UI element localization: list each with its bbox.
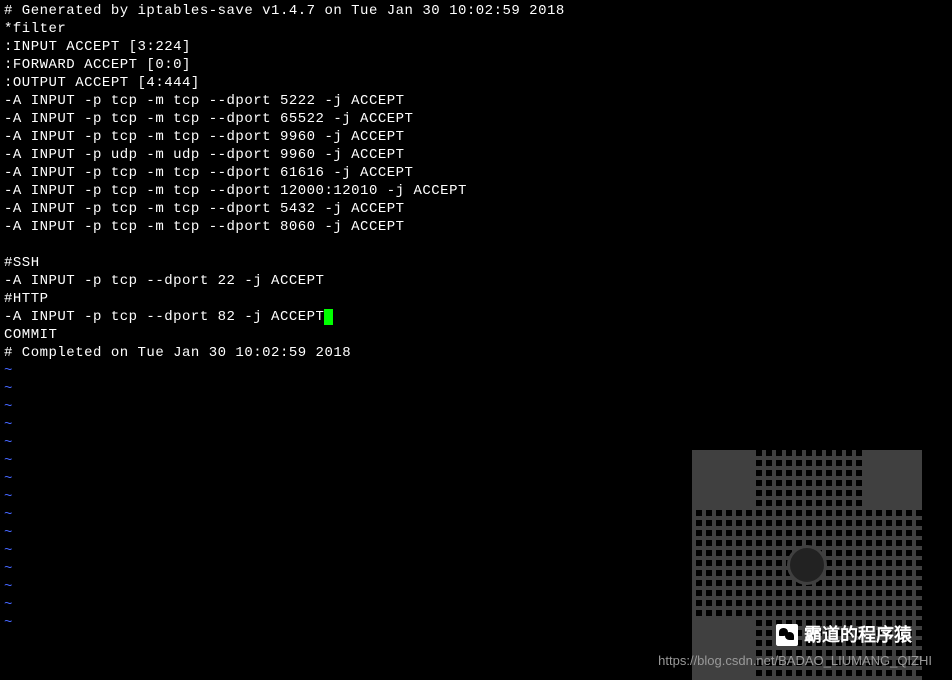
file-line: *filter [4,20,948,38]
file-line: #SSH [4,254,948,272]
file-line: -A INPUT -p tcp -m tcp --dport 8060 -j A… [4,218,948,236]
file-line: -A INPUT -p tcp -m tcp --dport 61616 -j … [4,164,948,182]
file-line: # Completed on Tue Jan 30 10:02:59 2018 [4,344,948,362]
file-line: #HTTP [4,290,948,308]
vim-empty-line: ~ [4,398,948,416]
file-line [4,236,948,254]
file-line: :INPUT ACCEPT [3:224] [4,38,948,56]
vim-empty-line: ~ [4,362,948,380]
file-line: -A INPUT -p tcp --dport 22 -j ACCEPT [4,272,948,290]
file-line: :OUTPUT ACCEPT [4:444] [4,74,948,92]
vim-empty-line: ~ [4,416,948,434]
vim-empty-line: ~ [4,380,948,398]
cursor [324,309,333,325]
watermark-title-row: 霸道的程序猿 [776,624,912,646]
file-line: -A INPUT -p tcp -m tcp --dport 12000:120… [4,182,948,200]
file-line: COMMIT [4,326,948,344]
file-line: -A INPUT -p tcp -m tcp --dport 5222 -j A… [4,92,948,110]
watermark-title-text: 霸道的程序猿 [804,626,912,644]
file-line: :FORWARD ACCEPT [0:0] [4,56,948,74]
wechat-icon [776,624,798,646]
file-line: -A INPUT -p tcp -m tcp --dport 65522 -j … [4,110,948,128]
file-line: -A INPUT -p tcp -m tcp --dport 5432 -j A… [4,200,948,218]
watermark-link: https://blog.csdn.net/BADAO_LIUMANG_QIZH… [658,652,932,670]
file-line: # Generated by iptables-save v1.4.7 on T… [4,2,948,20]
file-line: -A INPUT -p udp -m udp --dport 9960 -j A… [4,146,948,164]
file-line: -A INPUT -p tcp --dport 82 -j ACCEPT [4,308,948,326]
file-line: -A INPUT -p tcp -m tcp --dport 9960 -j A… [4,128,948,146]
